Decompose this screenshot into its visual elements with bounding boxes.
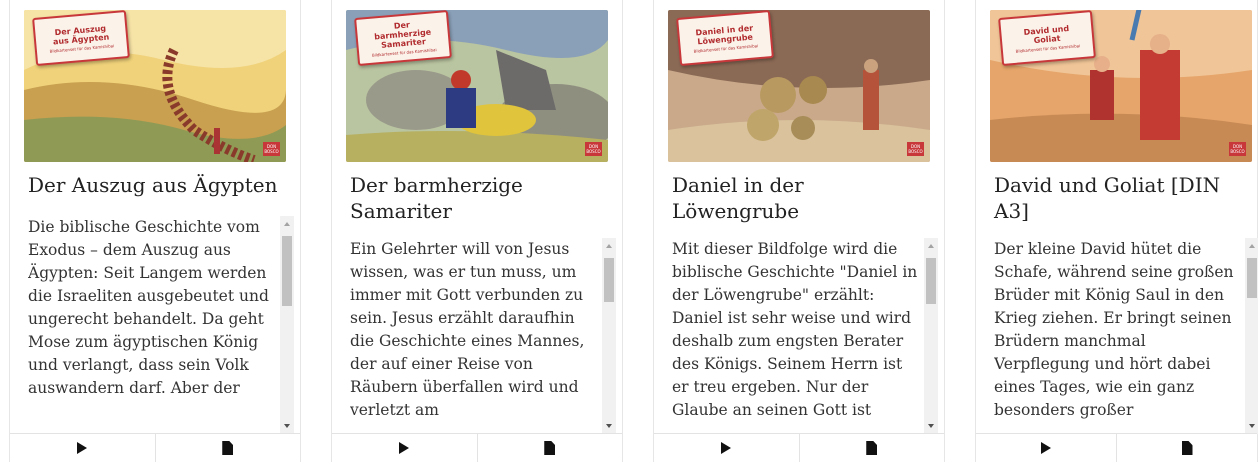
document-button[interactable] [1116, 434, 1257, 462]
title-label-card: Daniel in der Löwengrube Bildkartenset f… [676, 10, 774, 67]
title-label-card: Der Auszug aus Ägypten Bildkartenset für… [32, 10, 130, 67]
scrollbar-thumb[interactable] [604, 258, 614, 302]
document-button[interactable] [154, 434, 301, 462]
cover-image[interactable]: Der Auszug aus Ägypten Bildkartenset für… [24, 10, 286, 162]
card-title[interactable]: Der Auszug aus Ägypten [28, 172, 290, 198]
card-title[interactable]: Der barmherzige Samariter [350, 172, 612, 224]
card-actions [976, 433, 1257, 462]
scrollbar-thumb[interactable] [926, 258, 936, 304]
document-button[interactable] [798, 434, 945, 462]
play-icon [721, 442, 732, 454]
scrollbar-thumb[interactable] [282, 236, 292, 306]
scrollbar-thumb[interactable] [1247, 258, 1257, 298]
play-button[interactable] [10, 434, 155, 462]
scroll-down-arrow-icon[interactable] [1249, 424, 1255, 428]
product-card: David und Goliat Bildkartenset für das K… [975, 0, 1258, 462]
description-box[interactable]: Die biblische Geschichte vom Exodus – de… [28, 216, 308, 434]
card-actions [654, 433, 944, 462]
card-title[interactable]: Daniel in der Löwengrube [672, 172, 934, 224]
play-icon [399, 442, 410, 454]
document-icon [1181, 441, 1193, 455]
title-label-card: David und Goliat Bildkartenset für das K… [998, 10, 1096, 67]
product-card: Daniel in der Löwengrube Bildkartenset f… [653, 0, 945, 462]
document-icon [222, 441, 234, 455]
card-title[interactable]: David und Goliat [DIN A3] [994, 172, 1256, 224]
cover-image[interactable]: Der barmherzige Samariter Bildkartenset … [346, 10, 608, 162]
card-actions [332, 433, 622, 462]
play-icon [77, 442, 88, 454]
description-scrollbar[interactable] [280, 216, 294, 434]
play-button[interactable] [332, 434, 477, 462]
description-box[interactable]: Der kleine David hütet die Schafe, währe… [994, 238, 1258, 434]
description-scrollbar[interactable] [602, 238, 616, 434]
cover-image[interactable]: David und Goliat Bildkartenset für das K… [990, 10, 1252, 162]
scroll-down-arrow-icon[interactable] [284, 424, 290, 428]
card-description: Ein Gelehrter will von Jesus wissen, was… [350, 240, 585, 419]
label-card-title: Der barmherzige Samariter [373, 20, 432, 50]
scroll-down-arrow-icon[interactable] [606, 424, 612, 428]
description-box[interactable]: Ein Gelehrter will von Jesus wissen, was… [350, 238, 630, 434]
scroll-up-arrow-icon[interactable] [606, 244, 612, 248]
play-icon [1041, 442, 1051, 454]
publisher-badge: DON BOSCO [585, 142, 602, 156]
product-card: Der Auszug aus Ägypten Bildkartenset für… [9, 0, 301, 462]
document-icon [866, 441, 878, 455]
document-button[interactable] [476, 434, 623, 462]
title-label-card: Der barmherzige Samariter Bildkartenset … [354, 10, 452, 67]
cover-image[interactable]: Daniel in der Löwengrube Bildkartenset f… [668, 10, 930, 162]
publisher-badge: DON BOSCO [263, 142, 280, 156]
description-scrollbar[interactable] [924, 238, 938, 434]
document-icon [544, 441, 556, 455]
scroll-up-arrow-icon[interactable] [1249, 244, 1255, 248]
publisher-badge: DON BOSCO [907, 142, 924, 156]
play-button[interactable] [976, 434, 1116, 462]
card-description: Die biblische Geschichte vom Exodus – de… [28, 218, 269, 397]
play-button[interactable] [654, 434, 799, 462]
publisher-badge: DON BOSCO [1229, 142, 1246, 156]
description-box[interactable]: Mit dieser Bildfolge wird die biblische … [672, 238, 952, 434]
scroll-down-arrow-icon[interactable] [928, 424, 934, 428]
product-card: Der barmherzige Samariter Bildkartenset … [331, 0, 623, 462]
scroll-up-arrow-icon[interactable] [928, 244, 934, 248]
scroll-up-arrow-icon[interactable] [284, 222, 290, 226]
card-description: Der kleine David hütet die Schafe, währe… [994, 240, 1234, 419]
card-description: Mit dieser Bildfolge wird die biblische … [672, 240, 918, 419]
description-scrollbar[interactable] [1245, 238, 1258, 434]
card-actions [10, 433, 300, 462]
